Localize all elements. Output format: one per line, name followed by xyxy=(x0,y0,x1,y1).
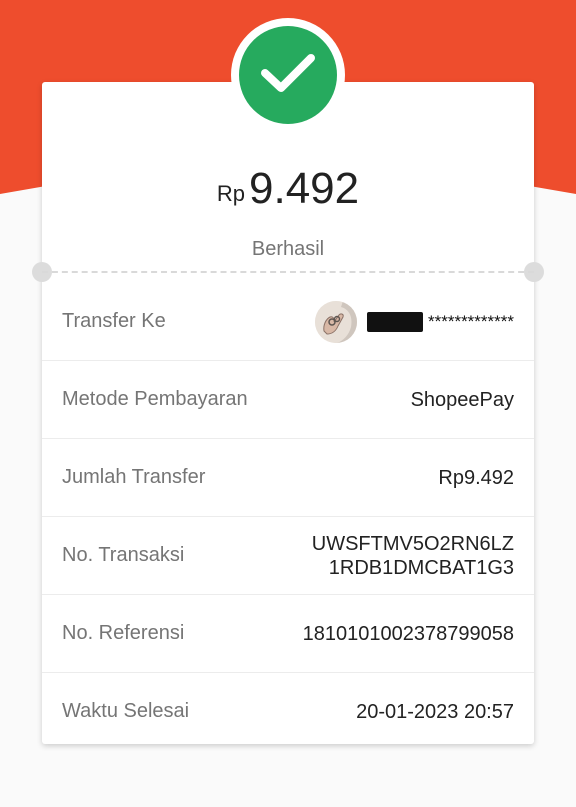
detail-row-transfer-to: Transfer Ke ************* xyxy=(42,283,534,361)
redacted-name xyxy=(366,311,423,332)
check-icon xyxy=(259,51,317,100)
transfer-amount-value: Rp9.492 xyxy=(438,466,514,489)
receipt-card: Rp9.492 Berhasil Transfer Ke ***********… xyxy=(32,82,544,744)
detail-label: No. Referensi xyxy=(62,622,185,644)
transaction-no-line-2: 1RDB1DMCBAT1G3 xyxy=(328,556,514,579)
dashed-divider xyxy=(42,271,534,273)
detail-row-completed-time: Waktu Selesai 20-01-2023 20:57 xyxy=(42,673,534,750)
completed-time-value: 20-01-2023 20:57 xyxy=(356,700,514,723)
detail-row-payment-method: Metode Pembayaran ShopeePay xyxy=(42,361,534,439)
status-text: Berhasil xyxy=(251,238,325,260)
detail-label: Transfer Ke xyxy=(62,310,166,332)
detail-label: Waktu Selesai xyxy=(62,700,190,722)
amount-value: 9.492 xyxy=(249,164,360,213)
payment-method-value: ShopeePay xyxy=(410,388,514,411)
detail-row-transaction-no: No. Transaksi UWSFTMV5O2RN6LZ 1RDB1DMCBA… xyxy=(42,517,534,595)
detail-label: No. Transaksi xyxy=(62,544,185,566)
transaction-no-line-1: UWSFTMV5O2RN6LZ xyxy=(311,532,514,555)
masked-name: ************* xyxy=(427,311,514,331)
transaction-no-value: UWSFTMV5O2RN6LZ 1RDB1DMCBAT1G3 xyxy=(312,532,514,580)
currency-label: Rp xyxy=(216,181,245,206)
detail-row-reference-no: No. Referensi 1810101002378799058 xyxy=(42,595,534,673)
detail-row-transfer-amount: Jumlah Transfer Rp9.492 xyxy=(42,439,534,517)
reference-no-value: 1810101002378799058 xyxy=(302,622,514,645)
detail-list: Transfer Ke ************* Metode Pembaya… xyxy=(42,283,534,750)
recipient: ************* xyxy=(314,300,514,343)
detail-label: Metode Pembayaran xyxy=(62,388,248,410)
success-circle xyxy=(239,26,337,124)
avatar xyxy=(314,300,357,343)
amount-display: Rp9.492 xyxy=(42,164,534,214)
success-badge xyxy=(231,18,345,132)
detail-label: Jumlah Transfer xyxy=(62,466,206,488)
